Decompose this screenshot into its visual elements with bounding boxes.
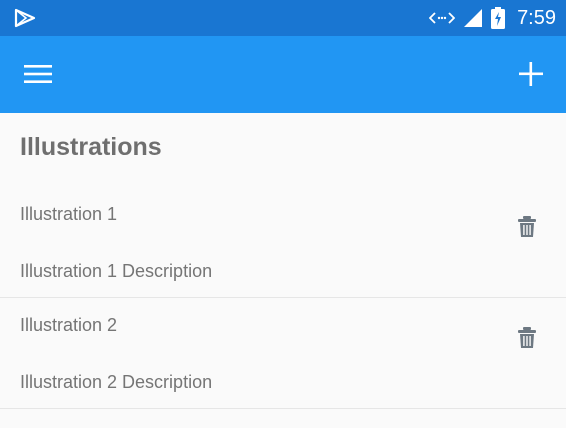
status-bar: 7:59 <box>0 0 566 36</box>
list-item[interactable]: Illustration 1 Illustration 1 Descriptio… <box>0 187 566 298</box>
signal-icon <box>464 9 483 27</box>
list-item[interactable]: Illustration 2 Illustration 2 Descriptio… <box>0 298 566 409</box>
page-title: Illustrations <box>20 133 162 161</box>
illustration-description: Illustration 1 Description <box>20 261 213 281</box>
play-store-icon <box>14 8 36 28</box>
hamburger-menu-icon[interactable] <box>24 63 52 85</box>
plus-icon[interactable] <box>516 59 546 89</box>
status-time: 7:59 <box>517 6 556 29</box>
content-area: Illustrations Illustration 1 Illustratio… <box>0 113 566 428</box>
data-transfer-icon <box>429 12 456 24</box>
trash-icon[interactable] <box>517 216 537 238</box>
battery-charging-icon <box>491 7 506 29</box>
illustration-title: Illustration 1 <box>20 204 118 224</box>
illustration-description: Illustration 2 Description <box>20 372 213 392</box>
trash-icon[interactable] <box>517 327 537 349</box>
app-bar <box>0 36 566 113</box>
illustration-title: Illustration 2 <box>20 315 118 335</box>
